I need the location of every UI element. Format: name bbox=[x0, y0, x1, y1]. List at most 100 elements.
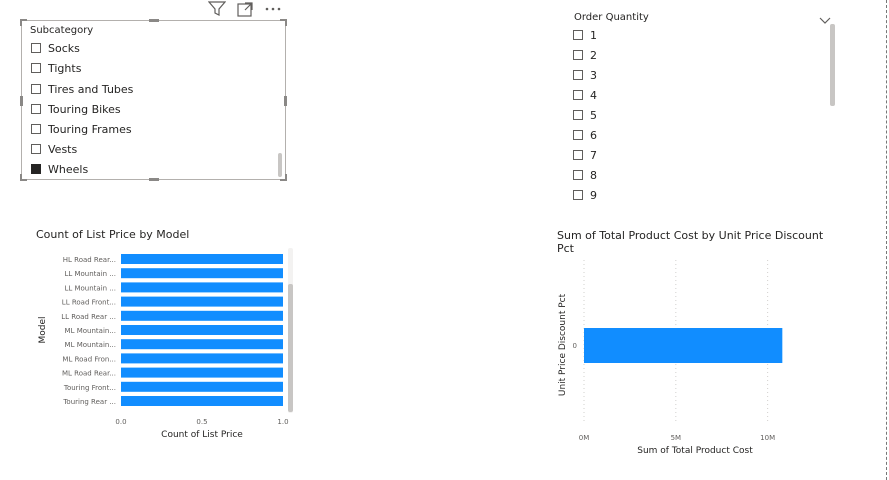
bar bbox=[121, 282, 283, 293]
x-tick-label: 1.0 bbox=[277, 418, 288, 426]
x-tick-label: 0.0 bbox=[115, 418, 126, 426]
x-tick-label: 0.5 bbox=[196, 418, 207, 426]
slicer-item[interactable]: Tires and Tubes bbox=[31, 80, 133, 98]
slicer-item[interactable]: Socks bbox=[31, 39, 80, 57]
slicer-item[interactable]: 8 bbox=[573, 166, 597, 184]
resize-handle-top[interactable] bbox=[149, 19, 159, 22]
y-tick-label: LL Road Rear ... bbox=[61, 313, 116, 321]
scrollbar-thumb[interactable] bbox=[830, 24, 835, 106]
slicer-item-label: 9 bbox=[590, 188, 597, 202]
focus-mode-icon[interactable] bbox=[237, 2, 253, 21]
chart-title: Count of List Price by Model bbox=[36, 228, 190, 241]
slicer-item[interactable]: 4 bbox=[573, 86, 597, 104]
slicer-item[interactable]: Vests bbox=[31, 140, 77, 158]
bar bbox=[121, 339, 283, 350]
slicer-item[interactable]: 9 bbox=[573, 186, 597, 204]
y-tick-label: LL Road Front... bbox=[62, 299, 116, 307]
bar bbox=[121, 353, 283, 364]
slicer-item-label: 1 bbox=[590, 28, 597, 42]
y-axis-title: Model bbox=[38, 316, 48, 343]
checkbox[interactable] bbox=[31, 124, 41, 134]
resize-handle-left[interactable] bbox=[20, 96, 23, 106]
y-tick-label: ML Mountain... bbox=[65, 341, 116, 349]
bar bbox=[121, 268, 283, 279]
checkbox[interactable] bbox=[573, 110, 583, 120]
bar bbox=[121, 367, 283, 378]
checkbox[interactable] bbox=[31, 144, 41, 154]
checkbox[interactable] bbox=[573, 150, 583, 160]
checkbox[interactable] bbox=[573, 70, 583, 80]
slicer-item-label: Touring Bikes bbox=[48, 102, 121, 116]
slicer-item[interactable]: Wheels bbox=[31, 160, 88, 178]
slicer-item-label: 5 bbox=[590, 108, 597, 122]
checkbox[interactable] bbox=[573, 50, 583, 60]
slicer-item[interactable]: Touring Bikes bbox=[31, 100, 121, 118]
checkbox[interactable] bbox=[573, 130, 583, 140]
x-tick-label: 5M bbox=[671, 434, 682, 442]
slicer-item[interactable]: Tights bbox=[31, 59, 81, 77]
slicer-item[interactable]: 2 bbox=[573, 46, 597, 64]
checkbox[interactable] bbox=[31, 63, 41, 73]
resize-handle-bottom[interactable] bbox=[149, 178, 159, 181]
bar bbox=[121, 381, 283, 392]
slicer-item[interactable]: 7 bbox=[573, 146, 597, 164]
slicer-item[interactable]: 1 bbox=[573, 26, 597, 44]
y-tick-label: ML Road Rear... bbox=[62, 370, 116, 378]
y-tick-label: LL Mountain ... bbox=[64, 284, 116, 292]
more-options-icon[interactable] bbox=[264, 0, 282, 20]
slicer-item[interactable]: Touring Frames bbox=[31, 120, 132, 138]
resize-corner-top-left[interactable] bbox=[20, 19, 27, 26]
bar bbox=[121, 296, 283, 307]
checkbox[interactable] bbox=[573, 170, 583, 180]
bar bbox=[121, 254, 283, 264]
chart-title: Sum of Total Product Cost by Unit Price … bbox=[557, 229, 827, 255]
bar bbox=[584, 328, 783, 363]
slicer-item[interactable]: 5 bbox=[573, 106, 597, 124]
checkbox[interactable] bbox=[31, 84, 41, 94]
x-tick-label: 10M bbox=[760, 434, 775, 442]
y-tick-label: LL Mountain ... bbox=[64, 270, 116, 278]
filter-icon[interactable] bbox=[207, 1, 227, 21]
slicer-item-label: 8 bbox=[590, 168, 597, 182]
slicer-item[interactable]: 6 bbox=[573, 126, 597, 144]
slicer-item-label: Vests bbox=[48, 142, 78, 156]
x-axis-title: Sum of Total Product Cost bbox=[637, 446, 753, 456]
resize-corner-bottom-left[interactable] bbox=[20, 174, 27, 181]
slicer-item-label: 4 bbox=[590, 88, 597, 102]
checkbox[interactable] bbox=[31, 43, 41, 53]
total-product-cost-chart: 0M 5M 10M 0 Sum of Total Product Cost Unit Pr… bbox=[558, 260, 783, 456]
slicer-item-label: Touring Frames bbox=[48, 122, 132, 136]
y-tick-label: ML Road Fron... bbox=[62, 355, 116, 363]
checkbox[interactable] bbox=[31, 104, 41, 114]
y-tick-label: Touring Rear ... bbox=[62, 398, 116, 406]
y-tick-label: ML Mountain... bbox=[65, 327, 116, 335]
slicer-item-label: Socks bbox=[48, 41, 80, 55]
bar bbox=[121, 310, 283, 321]
resize-corner-top-right[interactable] bbox=[280, 19, 287, 26]
slicer-item-label: Tires and Tubes bbox=[48, 82, 134, 96]
bar bbox=[121, 396, 283, 406]
checkbox[interactable] bbox=[573, 30, 583, 40]
order-quantity-slicer: Order Quantity 1 2 3 4 5 6 7 8 9 bbox=[568, 8, 838, 206]
slicer-title: Subcategory bbox=[30, 25, 94, 36]
slicer-item-label: Wheels bbox=[48, 162, 89, 176]
slicer-item-label: 7 bbox=[590, 148, 597, 162]
slicer-title: Order Quantity bbox=[574, 12, 649, 23]
scrollbar-thumb bbox=[288, 284, 293, 412]
checkbox-checked[interactable] bbox=[31, 164, 41, 174]
page-edge-line bbox=[886, 0, 888, 480]
y-tick-label: 0 bbox=[573, 342, 577, 350]
scrollbar-thumb[interactable] bbox=[278, 153, 282, 177]
slicer-item-label: Tights bbox=[48, 61, 82, 75]
subcategory-slicer: Subcategory Socks Tights Tires and Tubes… bbox=[20, 19, 287, 181]
checkbox[interactable] bbox=[573, 190, 583, 200]
checkbox[interactable] bbox=[573, 90, 583, 100]
slicer-item-label: 2 bbox=[590, 48, 597, 62]
slicer-item[interactable]: 3 bbox=[573, 66, 597, 84]
resize-handle-right[interactable] bbox=[284, 96, 287, 106]
slicer-item-label: 6 bbox=[590, 128, 597, 142]
y-axis-title: Unit Price Discount Pct bbox=[558, 293, 568, 396]
slicer-item-label: 3 bbox=[590, 68, 597, 82]
y-tick-label: HL Road Rear... bbox=[63, 256, 116, 264]
chart-title-line1: Sum of Total Product Cost by Unit Price … bbox=[557, 229, 824, 242]
